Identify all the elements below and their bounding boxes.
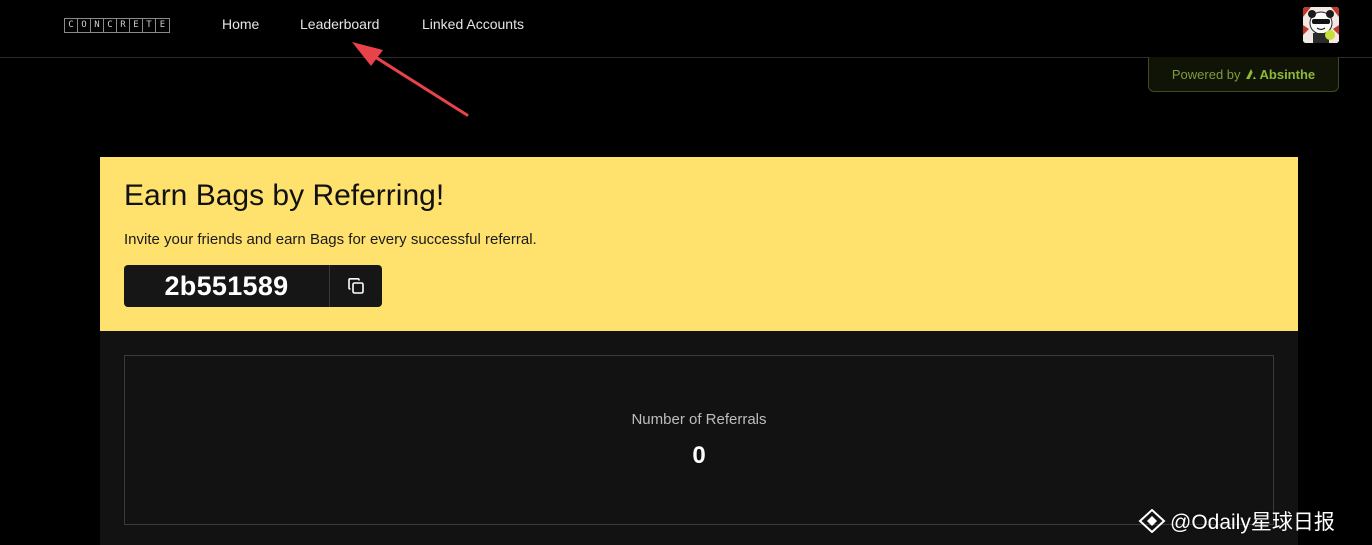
referral-count-label: Number of Referrals: [631, 411, 767, 428]
powered-by-prefix: Powered by: [1171, 66, 1241, 82]
nav-link-linked-accounts[interactable]: Linked Accounts: [422, 16, 524, 32]
powered-by-absinthe-badge[interactable]: Powered by Absinthe: [1148, 57, 1339, 92]
logo-letter: C: [65, 19, 78, 32]
referral-code[interactable]: 2b551589: [124, 265, 329, 307]
referral-count-value: 0: [692, 442, 706, 469]
logo-letter: E: [159, 20, 166, 30]
referral-count-card: Number of Referrals 0: [124, 355, 1274, 525]
nav-link-leaderboard[interactable]: Leaderboard: [300, 16, 379, 32]
logo-letter: T: [143, 19, 156, 32]
referral-stats-panel: Number of Referrals 0: [100, 331, 1298, 545]
referral-description: Invite your friends and earn Bags for ev…: [124, 231, 537, 248]
copy-code-button[interactable]: [329, 265, 382, 307]
nav-link-home[interactable]: Home: [222, 16, 259, 32]
logo-letter: C: [104, 19, 117, 32]
referral-banner: Earn Bags by Referring! Invite your frie…: [100, 157, 1298, 331]
absinthe-brand: Absinthe: [1245, 66, 1316, 82]
logo-letter: O: [78, 19, 91, 32]
user-avatar[interactable]: [1303, 7, 1339, 43]
logo-letter: R: [117, 19, 130, 32]
absinthe-brand-label: Absinthe: [1259, 66, 1316, 82]
odaily-logo-icon: [1138, 509, 1166, 533]
referral-code-box: 2b551589: [124, 265, 382, 307]
watermark-text: @Odaily星球日报: [1170, 511, 1335, 534]
panda-avatar-icon: [1303, 7, 1339, 43]
absinthe-logo-icon: [1245, 69, 1256, 79]
top-navigation-bar: C O N C R E T E Home Leaderboard Linked …: [0, 0, 1372, 58]
logo-letter: N: [91, 19, 104, 32]
copy-icon: [348, 278, 364, 294]
referral-title: Earn Bags by Referring!: [124, 179, 445, 212]
concrete-logo[interactable]: C O N C R E T E: [64, 18, 170, 33]
logo-letter: E: [130, 19, 143, 32]
odaily-watermark: @Odaily星球日报: [1138, 507, 1335, 535]
